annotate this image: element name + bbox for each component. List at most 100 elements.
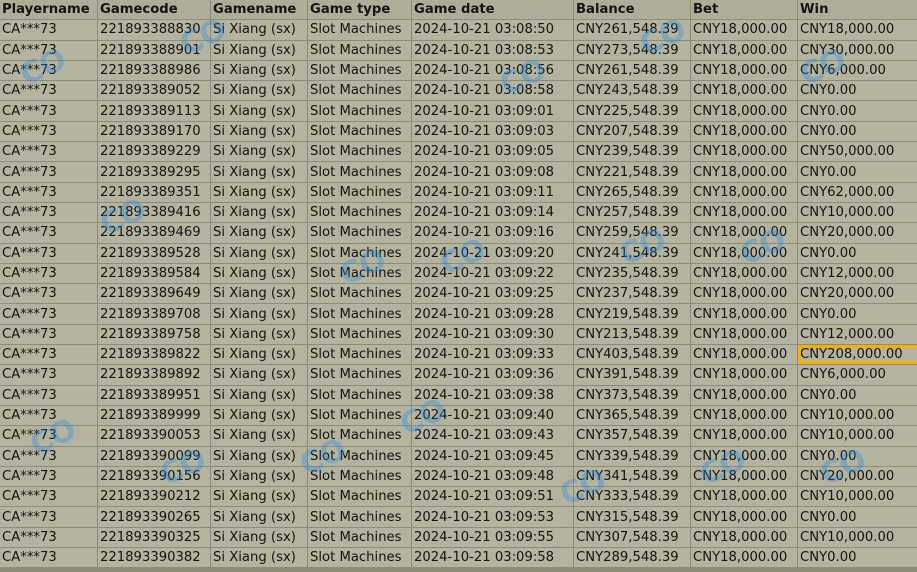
table-row: CA***73 221893388830 Si Xiang (sx) Slot Mac… [0,20,917,40]
cell-gamecode: 221893388901 [98,40,210,60]
cell-gamename: Si Xiang (sx) [211,223,307,243]
cell-win: CNY10,000.00 [798,202,917,223]
cell-balance: CNY403,548.39 [574,345,690,365]
cell-playername: CA***73 [0,446,97,466]
cell-gamename: Si Xiang (sx) [211,527,307,548]
cell-balance: CNY391,548.39 [574,365,690,385]
cell-gamecode: 221893389170 [98,121,210,142]
table-row: CA***73 221893389170 Si Xiang (sx) Slot Mac… [0,121,917,142]
cell-game-date: 2024-10-21 03:09:16 [412,223,573,243]
cell-playername: CA***73 [0,548,97,568]
cell-gamename: Si Xiang (sx) [211,507,307,527]
cell-game-date: 2024-10-21 03:08:50 [412,20,573,40]
cell-balance: CNY239,548.39 [574,142,690,162]
cell-gamecode: 221893390265 [98,507,210,527]
cell-balance: CNY373,548.39 [574,385,690,405]
table-row: CA***73 221893389999 Si Xiang (sx) Slot Mac… [0,405,917,426]
cell-balance: CNY261,548.39 [574,60,690,81]
cell-bet: CNY18,000.00 [691,507,797,527]
cell-game-date: 2024-10-21 03:09:05 [412,142,573,162]
cell-win: CNY18,000.00 [798,20,917,40]
cell-win-highlighted: CNY208,000.00 [798,345,917,365]
cell-bet: CNY18,000.00 [691,60,797,81]
table-row: CA***73 221893390099 Si Xiang (sx) Slot Mac… [0,446,917,466]
cell-game-type: Slot Machines [308,223,411,243]
cell-gamecode: 221893390053 [98,426,210,446]
cell-gamecode: 221893389469 [98,223,210,243]
cell-balance: CNY219,548.39 [574,304,690,324]
cell-balance: CNY341,548.39 [574,466,690,487]
cell-game-type: Slot Machines [308,487,411,507]
cell-playername: CA***73 [0,20,97,40]
cell-game-type: Slot Machines [308,162,411,182]
cell-game-date: 2024-10-21 03:09:08 [412,162,573,182]
cell-playername: CA***73 [0,487,97,507]
cell-win: CNY20,000.00 [798,284,917,304]
cell-gamecode: 221893389822 [98,345,210,365]
cell-game-date: 2024-10-21 03:09:58 [412,548,573,568]
cell-game-date: 2024-10-21 03:09:03 [412,121,573,142]
cell-gamename: Si Xiang (sx) [211,487,307,507]
cell-balance: CNY357,548.39 [574,426,690,446]
cell-gamename: Si Xiang (sx) [211,385,307,405]
cell-gamename: Si Xiang (sx) [211,345,307,365]
cell-game-date: 2024-10-21 03:09:36 [412,365,573,385]
cell-bet: CNY18,000.00 [691,324,797,345]
cell-gamename: Si Xiang (sx) [211,365,307,385]
cell-bet: CNY18,000.00 [691,121,797,142]
cell-playername: CA***73 [0,426,97,446]
cell-playername: CA***73 [0,345,97,365]
cell-game-date: 2024-10-21 03:08:53 [412,40,573,60]
cell-game-type: Slot Machines [308,121,411,142]
cell-playername: CA***73 [0,324,97,345]
cell-game-type: Slot Machines [308,20,411,40]
cell-bet: CNY18,000.00 [691,345,797,365]
cell-gamecode: 221893390099 [98,446,210,466]
cell-game-date: 2024-10-21 03:09:51 [412,487,573,507]
cell-balance: CNY221,548.39 [574,162,690,182]
cell-bet: CNY18,000.00 [691,426,797,446]
table-row: CA***73 221893389892 Si Xiang (sx) Slot Mac… [0,365,917,385]
cell-game-date: 2024-10-21 03:09:45 [412,446,573,466]
cell-gamename: Si Xiang (sx) [211,20,307,40]
cell-bet: CNY18,000.00 [691,182,797,202]
cell-gamecode: 221893388830 [98,20,210,40]
cell-game-date: 2024-10-21 03:09:30 [412,324,573,345]
table-row: CA***73 221893390325 Si Xiang (sx) Slot Mac… [0,527,917,548]
cell-gamename: Si Xiang (sx) [211,446,307,466]
cell-playername: CA***73 [0,121,97,142]
cell-gamecode: 221893389708 [98,304,210,324]
cell-gamename: Si Xiang (sx) [211,40,307,60]
table-row: CA***73 221893389758 Si Xiang (sx) Slot Mac… [0,324,917,345]
cell-playername: CA***73 [0,527,97,548]
cell-game-date: 2024-10-21 03:08:56 [412,60,573,81]
cell-balance: CNY339,548.39 [574,446,690,466]
cell-win: CNY0.00 [798,162,917,182]
cell-playername: CA***73 [0,202,97,223]
cell-bet: CNY18,000.00 [691,263,797,284]
cell-game-type: Slot Machines [308,548,411,568]
cell-bet: CNY18,000.00 [691,162,797,182]
cell-gamecode: 221893390325 [98,527,210,548]
table-row: CA***73 221893389351 Si Xiang (sx) Slot Mac… [0,182,917,202]
cell-gamename: Si Xiang (sx) [211,426,307,446]
cell-win: CNY62,000.00 [798,182,917,202]
cell-win: CNY0.00 [798,101,917,121]
cell-balance: CNY273,548.39 [574,40,690,60]
cell-win: CNY0.00 [798,385,917,405]
cell-balance: CNY243,548.39 [574,81,690,101]
cell-game-date: 2024-10-21 03:09:20 [412,243,573,263]
cell-win: CNY0.00 [798,304,917,324]
cell-game-type: Slot Machines [308,60,411,81]
cell-game-type: Slot Machines [308,202,411,223]
cell-gamename: Si Xiang (sx) [211,121,307,142]
header-row: Playername Gamecode Gamename Game type Game … [0,0,917,20]
cell-gamecode: 221893389951 [98,385,210,405]
cell-gamename: Si Xiang (sx) [211,182,307,202]
cell-balance: CNY259,548.39 [574,223,690,243]
cell-gamename: Si Xiang (sx) [211,60,307,81]
cell-balance: CNY237,548.39 [574,284,690,304]
cell-bet: CNY18,000.00 [691,101,797,121]
table-row: CA***73 221893389528 Si Xiang (sx) Slot Mac… [0,243,917,263]
cell-game-date: 2024-10-21 03:09:48 [412,466,573,487]
